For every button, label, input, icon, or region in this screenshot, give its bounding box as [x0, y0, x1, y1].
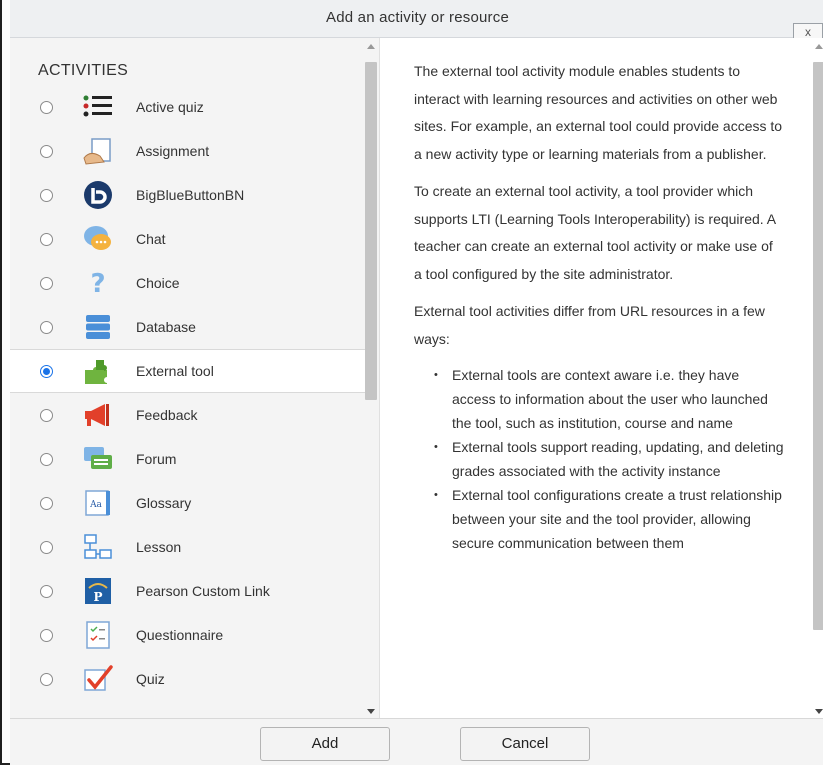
list-item-bigbluebuttonbn[interactable]: BigBlueButtonBN: [10, 173, 365, 217]
list-item-database[interactable]: Database: [10, 305, 365, 349]
section-heading-activities: ACTIVITIES: [38, 62, 129, 79]
list-item-lesson[interactable]: Lesson: [10, 525, 365, 569]
list-item-quiz[interactable]: Quiz: [10, 657, 365, 701]
glossary-icon: Aa: [82, 488, 114, 518]
radio-button[interactable]: [40, 496, 53, 510]
list-item-glossary[interactable]: Aa Glossary: [10, 481, 365, 525]
radio-button[interactable]: [40, 276, 53, 290]
list-item-active-quiz[interactable]: Active quiz: [10, 85, 365, 129]
list-icon: [82, 92, 114, 122]
activity-label: Choice: [136, 275, 180, 291]
list-item-feedback[interactable]: Feedback: [10, 393, 365, 437]
scrollbar-thumb[interactable]: [365, 62, 377, 400]
activity-list-scrollbar[interactable]: [365, 44, 377, 714]
close-icon: x: [805, 25, 811, 39]
scroll-down-arrow-icon[interactable]: [367, 709, 375, 714]
activity-label: Assignment: [136, 143, 210, 159]
bigbluebutton-icon: [82, 180, 114, 210]
activity-label: Quiz: [136, 671, 165, 687]
radio-button[interactable]: [40, 100, 53, 114]
description-bullet: External tool configurations create a tr…: [434, 483, 784, 555]
activity-label: Forum: [136, 451, 177, 467]
svg-text:?: ?: [90, 269, 105, 298]
add-button[interactable]: Add: [260, 727, 390, 761]
forum-icon: [82, 444, 114, 474]
activity-label: Questionnaire: [136, 627, 224, 643]
radio-button-selected[interactable]: [40, 364, 53, 378]
activity-label: BigBlueButtonBN: [136, 187, 245, 203]
activity-list: Active quiz Assignment BigBlueButtonBN C…: [10, 85, 365, 701]
pearson-icon: P: [82, 576, 114, 606]
activity-description: The external tool activity module enable…: [414, 58, 784, 555]
scroll-up-arrow-icon[interactable]: [815, 44, 823, 49]
activity-label: Glossary: [136, 495, 192, 511]
dialog-titlebar: Add an activity or resource x: [10, 0, 823, 41]
radio-button[interactable]: [40, 144, 53, 158]
scrollbar-thumb[interactable]: [813, 62, 823, 630]
quiz-check-icon: [82, 664, 114, 694]
description-bullet: External tools support reading, updating…: [434, 435, 784, 483]
dialog-frame: Add an activity or resource x ACTIVITIES…: [0, 0, 823, 765]
list-item-pearson-custom-link[interactable]: P Pearson Custom Link: [10, 569, 365, 613]
question-icon: ?: [82, 268, 114, 298]
description-paragraph: To create an external tool activity, a t…: [414, 183, 776, 282]
activity-label: Active quiz: [136, 99, 204, 115]
cancel-button[interactable]: Cancel: [460, 727, 590, 761]
description-paragraph: The external tool activity module enable…: [414, 63, 783, 162]
radio-button[interactable]: [40, 672, 53, 686]
questionnaire-icon: [82, 620, 114, 650]
description-scrollbar[interactable]: [813, 44, 823, 714]
radio-button[interactable]: [40, 628, 53, 642]
dialog-footer: Add Cancel: [10, 718, 823, 765]
database-icon: [82, 312, 114, 342]
list-item-choice[interactable]: ? Choice: [10, 261, 365, 305]
chat-icon: [82, 224, 114, 254]
radio-button[interactable]: [40, 452, 53, 466]
megaphone-icon: [82, 400, 114, 430]
activity-label: Lesson: [136, 539, 182, 555]
lesson-icon: [82, 532, 114, 562]
assignment-icon: [82, 136, 114, 166]
activity-description-pane: The external tool activity module enable…: [380, 38, 823, 718]
radio-button[interactable]: [40, 584, 53, 598]
list-item-external-tool[interactable]: External tool: [10, 349, 365, 393]
list-item-forum[interactable]: Forum: [10, 437, 365, 481]
radio-button[interactable]: [40, 408, 53, 422]
activity-label: Feedback: [136, 407, 198, 423]
activity-label: Database: [136, 319, 196, 335]
description-paragraph: External tool activities differ from URL…: [414, 303, 765, 347]
list-item-chat[interactable]: Chat: [10, 217, 365, 261]
activity-label: Pearson Custom Link: [136, 583, 270, 599]
description-bullet: External tools are context aware i.e. th…: [434, 363, 784, 435]
dialog-body: ACTIVITIES Active quiz Assignment BigBlu…: [10, 38, 823, 765]
activity-chooser-list: ACTIVITIES Active quiz Assignment BigBlu…: [10, 38, 380, 718]
svg-text:P: P: [93, 590, 102, 604]
scroll-up-arrow-icon[interactable]: [367, 44, 375, 49]
list-item-questionnaire[interactable]: Questionnaire: [10, 613, 365, 657]
puzzle-icon: [82, 356, 114, 386]
svg-text:Aa: Aa: [89, 500, 102, 510]
radio-button[interactable]: [40, 540, 53, 554]
description-bullet-list: External tools are context aware i.e. th…: [414, 363, 784, 555]
radio-button[interactable]: [40, 188, 53, 202]
scroll-down-arrow-icon[interactable]: [815, 709, 823, 714]
radio-button[interactable]: [40, 320, 53, 334]
dialog-title: Add an activity or resource: [326, 9, 509, 26]
activity-label: Chat: [136, 231, 166, 247]
activity-label: External tool: [136, 363, 214, 379]
radio-button[interactable]: [40, 232, 53, 246]
list-item-assignment[interactable]: Assignment: [10, 129, 365, 173]
